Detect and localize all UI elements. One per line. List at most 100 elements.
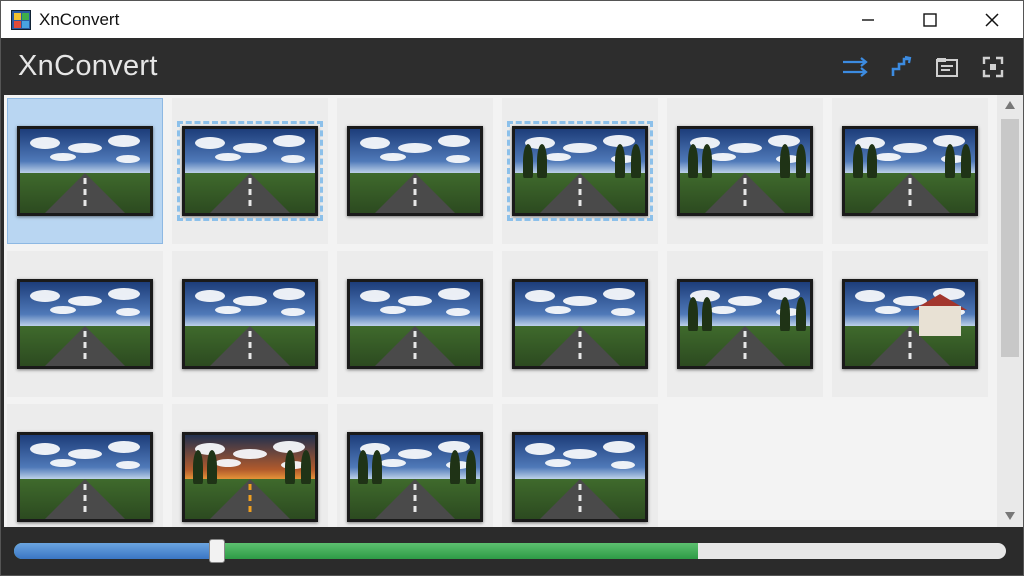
thumbnail-tree (702, 143, 712, 178)
thumbnail-tree (780, 296, 790, 331)
thumbnail-tree (867, 143, 877, 178)
thumbnail-tree (796, 143, 806, 178)
thumbnail-cloud (875, 153, 901, 161)
thumbnail-tree (285, 449, 295, 484)
thumbnail-cloud (875, 306, 901, 314)
thumbnail-cloud (233, 449, 267, 459)
app-header: XnConvert (1, 38, 1023, 95)
thumbnail-tree (537, 143, 547, 178)
thumbnail-road-line (413, 483, 417, 516)
resize-button[interactable] (883, 50, 919, 84)
thumbnail-image (677, 279, 813, 369)
thumbnail-cloud (50, 153, 76, 161)
app-icon (11, 9, 31, 30)
thumbnail-image (182, 432, 318, 522)
thumbnail-cloud (30, 137, 60, 149)
folder-settings-icon (936, 58, 958, 77)
thumbnail-cloud (525, 443, 555, 455)
thumbnail-image (677, 126, 813, 216)
chevron-down-icon (1005, 512, 1015, 520)
thumbnail-item[interactable] (502, 404, 658, 527)
scrollbar-thumb[interactable] (1001, 119, 1019, 357)
thumbnail-cloud (380, 153, 406, 161)
minimize-button[interactable] (837, 1, 899, 38)
transfer-arrows-icon (843, 57, 868, 77)
thumbnail-tree (301, 449, 311, 484)
thumbnail-image (177, 121, 323, 221)
thumbnail-item[interactable] (502, 98, 658, 244)
thumbnail-item[interactable] (337, 98, 493, 244)
thumbnail-image (17, 432, 153, 522)
vertical-scrollbar[interactable] (997, 95, 1023, 527)
resize-diagonal-icon (891, 55, 912, 76)
thumbnail-item[interactable] (172, 251, 328, 397)
thumbnail-cloud (545, 306, 571, 314)
thumbnail-cloud (545, 459, 571, 467)
thumbnail-item[interactable] (7, 404, 163, 527)
thumbnail-cloud (30, 290, 60, 302)
thumbnail-item[interactable] (337, 251, 493, 397)
thumbnail-cloud (233, 296, 267, 306)
thumbnail-image (347, 432, 483, 522)
thumbnail-road-line (248, 483, 252, 516)
thumbnail-cloud (50, 459, 76, 467)
thumbnail-cloud (215, 459, 241, 467)
thumbnail-tree (466, 449, 476, 484)
maximize-button[interactable] (899, 1, 961, 38)
thumbnail-tree (631, 143, 641, 178)
thumbnail-image (17, 279, 153, 369)
thumbnail-tree (796, 296, 806, 331)
thumbnail-item[interactable] (7, 98, 163, 244)
thumbnail-tree (358, 449, 368, 484)
thumbnail-item[interactable] (172, 404, 328, 527)
thumbnail-tree (853, 143, 863, 178)
thumbnail-cloud (281, 155, 305, 163)
thumbnail-tree (780, 143, 790, 178)
thumbnail-road-line (413, 177, 417, 210)
toolbar (837, 50, 1011, 84)
progress-fill-blue (14, 543, 218, 559)
thumbnail-road-line (83, 330, 87, 363)
thumbnail-cloud (68, 296, 102, 306)
bottom-bar (1, 527, 1023, 575)
thumbnail-tree (615, 143, 625, 178)
progress-bar[interactable] (14, 543, 1006, 559)
scroll-up-button[interactable] (1001, 98, 1019, 112)
thumbnail-cloud (360, 290, 390, 302)
thumbnail-item[interactable] (7, 251, 163, 397)
thumbnail-image (842, 279, 978, 369)
thumbnail-cloud (603, 288, 635, 300)
thumbnail-item[interactable] (667, 251, 823, 397)
thumbnail-road-line (248, 177, 252, 210)
thumbnail-cloud (563, 143, 597, 153)
thumbnail-road-line (743, 330, 747, 363)
thumbnail-cloud (563, 449, 597, 459)
thumbnail-item[interactable] (832, 251, 988, 397)
thumbnail-cloud (710, 306, 736, 314)
thumbnail-cloud (108, 288, 140, 300)
thumbnail-cloud (855, 290, 885, 302)
thumbnail-cloud (398, 296, 432, 306)
thumbnail-cloud (728, 296, 762, 306)
thumbnail-image (512, 432, 648, 522)
thumbnail-road-line (83, 177, 87, 210)
thumbnail-cloud (893, 143, 927, 153)
fullscreen-button[interactable] (975, 50, 1011, 84)
transfer-button[interactable] (837, 50, 873, 84)
close-icon (985, 12, 999, 27)
thumbnail-item[interactable] (172, 98, 328, 244)
thumbnail-cloud (446, 155, 470, 163)
thumbnail-tree (688, 143, 698, 178)
thumbnail-item[interactable] (667, 98, 823, 244)
thumbnail-road-line (743, 177, 747, 210)
thumbnail-item[interactable] (337, 404, 493, 527)
thumbnail-cloud (611, 461, 635, 469)
minimize-icon (862, 18, 874, 21)
progress-slider-handle[interactable] (209, 539, 226, 563)
folder-settings-button[interactable] (929, 50, 965, 84)
thumbnail-item[interactable] (832, 98, 988, 244)
thumbnail-grid (4, 95, 997, 527)
close-button[interactable] (961, 1, 1023, 38)
scroll-down-button[interactable] (1001, 509, 1019, 523)
thumbnail-item[interactable] (502, 251, 658, 397)
